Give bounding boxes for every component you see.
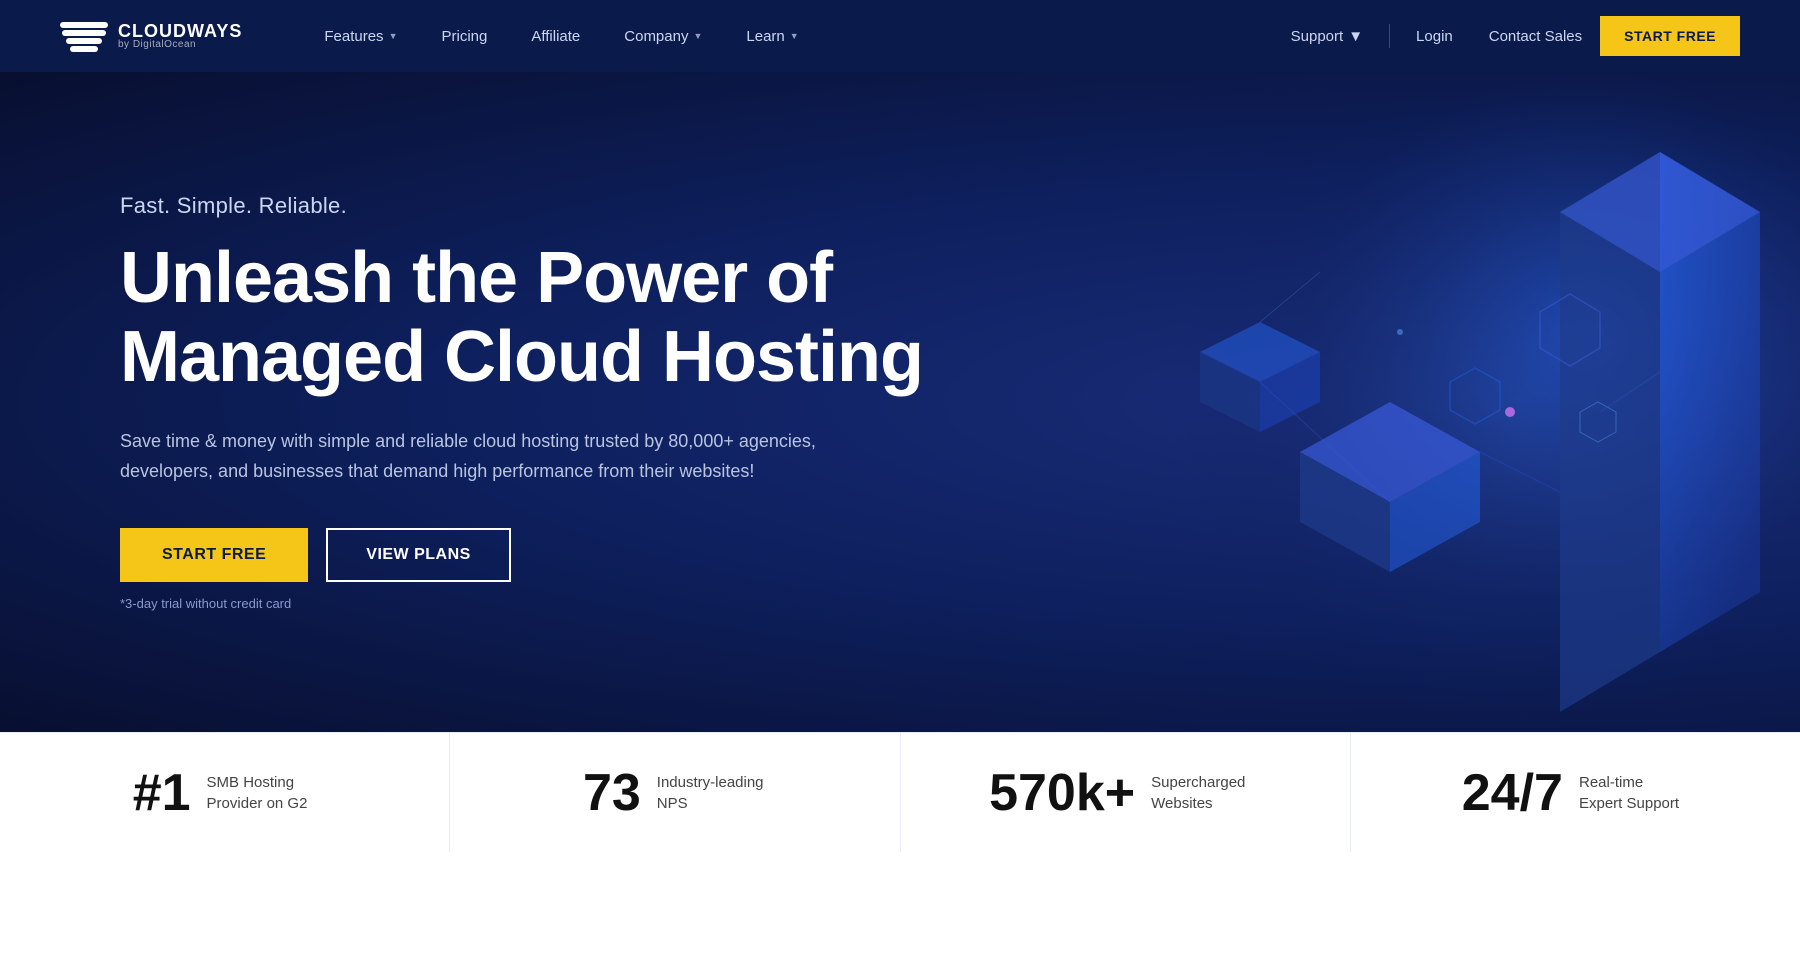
chevron-down-icon: ▼ <box>693 31 702 41</box>
nav-support[interactable]: Support ▼ <box>1273 0 1381 72</box>
hero-description: Save time & money with simple and reliab… <box>120 427 860 486</box>
logo-icon <box>60 18 108 54</box>
stat-number-4: 24/7 <box>1462 767 1563 819</box>
hero-content: Fast. Simple. Reliable. Unleash the Powe… <box>120 193 923 612</box>
chevron-down-icon: ▼ <box>790 31 799 41</box>
hero-buttons: START FREE VIEW PLANS <box>120 528 923 582</box>
stat-label-3: Supercharged Websites <box>1151 772 1261 814</box>
nav-divider <box>1389 24 1390 48</box>
stat-label-4: Real-time Expert Support <box>1579 772 1689 814</box>
hero-graphic <box>1100 72 1800 732</box>
logo-link[interactable]: CLOUDWAYS by DigitalOcean <box>60 18 242 54</box>
stat-number-1: #1 <box>133 767 191 819</box>
hero-title-line2: Managed Cloud Hosting <box>120 317 923 397</box>
nav-learn[interactable]: Learn ▼ <box>724 0 820 72</box>
navbar: CLOUDWAYS by DigitalOcean Features ▼ Pri… <box>0 0 1800 72</box>
hero-title: Unleash the Power of Managed Cloud Hosti… <box>120 239 923 397</box>
stat-number-2: 73 <box>583 767 641 819</box>
stat-label-2: Industry-leading NPS <box>657 772 767 814</box>
brand-sub: by DigitalOcean <box>118 40 242 50</box>
hero-title-line1: Unleash the Power of <box>120 238 832 318</box>
nav-login[interactable]: Login <box>1398 0 1471 72</box>
stat-item-3: 570k+ Supercharged Websites <box>901 733 1351 852</box>
nav-company[interactable]: Company ▼ <box>602 0 724 72</box>
stat-item-4: 24/7 Real-time Expert Support <box>1351 733 1800 852</box>
hero-view-plans-button[interactable]: VIEW PLANS <box>326 528 511 582</box>
chevron-down-icon: ▼ <box>389 31 398 41</box>
stat-item-2: 73 Industry-leading NPS <box>450 733 900 852</box>
brand-name: CLOUDWAYS <box>118 22 242 40</box>
nav-pricing[interactable]: Pricing <box>419 0 509 72</box>
stat-number-3: 570k+ <box>989 767 1135 819</box>
chevron-down-icon: ▼ <box>1348 28 1363 45</box>
nav-features[interactable]: Features ▼ <box>302 0 419 72</box>
hero-section: Fast. Simple. Reliable. Unleash the Powe… <box>0 72 1800 732</box>
nav-right: Support ▼ Login Contact Sales START FREE <box>1273 0 1740 72</box>
nav-affiliate[interactable]: Affiliate <box>509 0 602 72</box>
hero-start-free-button[interactable]: START FREE <box>120 528 308 582</box>
hero-tagline: Fast. Simple. Reliable. <box>120 193 923 219</box>
logo-text: CLOUDWAYS by DigitalOcean <box>118 22 242 50</box>
hero-trial-note: *3-day trial without credit card <box>120 596 923 611</box>
nav-contact[interactable]: Contact Sales <box>1471 0 1600 72</box>
nav-start-free-button[interactable]: START FREE <box>1600 16 1740 56</box>
nav-links: Features ▼ Pricing Affiliate Company ▼ L… <box>302 0 1272 72</box>
stat-item-1: #1 SMB Hosting Provider on G2 <box>0 733 450 852</box>
stats-bar: #1 SMB Hosting Provider on G2 73 Industr… <box>0 732 1800 852</box>
stat-label-1: SMB Hosting Provider on G2 <box>207 772 317 814</box>
